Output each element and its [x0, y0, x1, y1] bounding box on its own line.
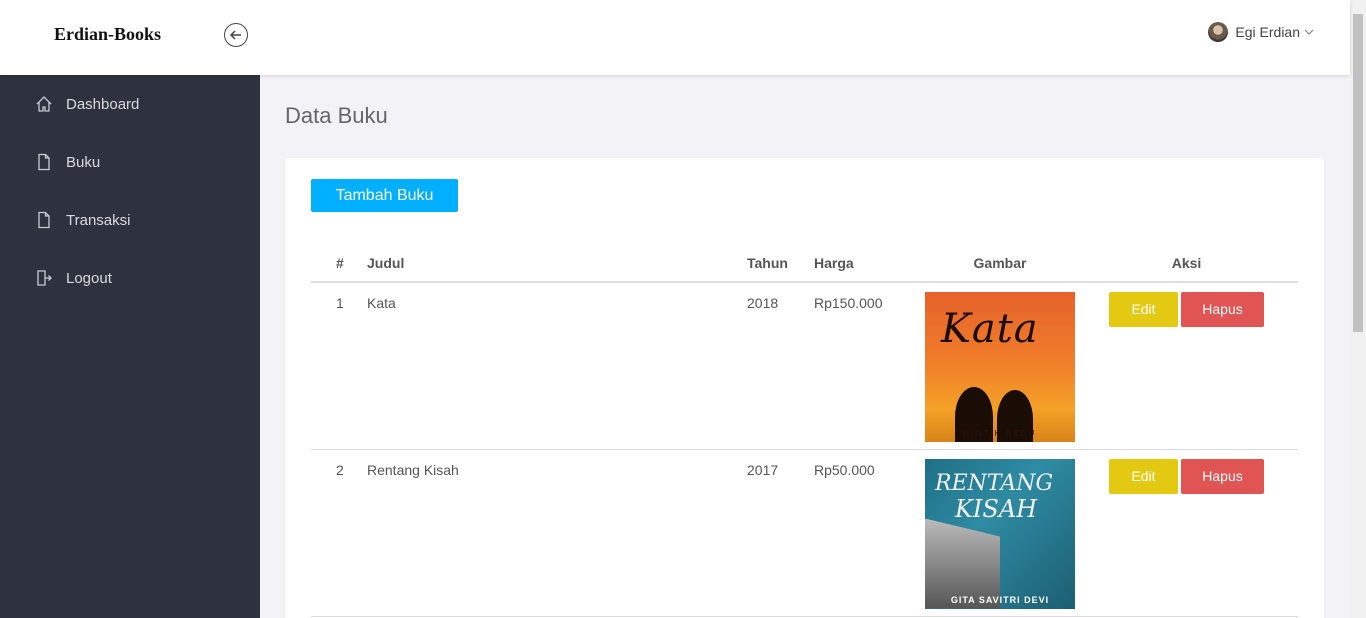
column-header-harga: Harga	[814, 244, 925, 283]
add-book-button[interactable]: Tambah Buku	[311, 179, 458, 212]
column-header-gambar: Gambar	[925, 244, 1075, 283]
home-icon	[36, 96, 52, 112]
arrow-left-icon	[229, 30, 241, 40]
user-menu[interactable]: Egi Erdian	[1208, 22, 1314, 42]
book-cover-cell: RENTANG KISAH GITA SAVITRI DEVI	[925, 449, 1075, 617]
book-price: Rp50.000	[814, 449, 925, 617]
row-number: 2	[311, 449, 367, 617]
avatar	[1208, 22, 1229, 42]
scrollbar-thumb[interactable]	[1353, 14, 1363, 332]
chevron-down-icon	[1304, 29, 1314, 35]
file-icon	[38, 211, 50, 229]
page-scrollbar[interactable]	[1350, 0, 1366, 618]
edit-button[interactable]: Edit	[1109, 458, 1178, 494]
book-title: Rentang Kisah	[367, 449, 747, 617]
sidebar-item-buku[interactable]: Buku	[0, 133, 260, 191]
cover-author: GITA SAVITRI DEVI	[950, 594, 1050, 605]
book-year: 2017	[747, 449, 814, 617]
brand-logo[interactable]: Erdian-Books	[54, 24, 161, 45]
sidebar-item-label: Logout	[66, 269, 112, 287]
sidebar: Dashboard Buku Transaksi Logout	[0, 75, 260, 618]
column-header-tahun: Tahun	[747, 244, 814, 283]
column-header-judul: Judul	[367, 244, 747, 283]
book-cover-cell: Kata RINTIK SEDU	[925, 282, 1075, 450]
sidebar-item-dashboard[interactable]: Dashboard	[0, 75, 260, 133]
actions-cell: Edit Hapus	[1075, 282, 1298, 450]
cover-author: RINTIK SEDU	[963, 429, 1037, 438]
sidebar-item-logout[interactable]: Logout	[0, 249, 260, 307]
logout-icon	[37, 270, 52, 286]
sidebar-item-transaksi[interactable]: Transaksi	[0, 191, 260, 249]
edit-button[interactable]: Edit	[1109, 292, 1178, 327]
top-navbar: Erdian-Books Egi Erdian	[0, 0, 1350, 75]
column-header-aksi: Aksi	[1075, 244, 1298, 283]
table-row: 2 Rentang Kisah 2017 Rp50.000 RENTANG KI…	[311, 449, 1298, 617]
table-header-row: # Judul Tahun Harga Gambar Aksi	[311, 244, 1298, 283]
table-row: 1 Kata 2018 Rp150.000 Kata RINTIK SEDU E…	[311, 282, 1298, 450]
file-icon	[38, 153, 50, 171]
book-cover-image: Kata RINTIK SEDU	[925, 292, 1075, 442]
user-name: Egi Erdian	[1235, 24, 1300, 40]
sidebar-item-label: Buku	[66, 153, 101, 171]
cover-title: RENTANG	[935, 470, 1054, 496]
row-number: 1	[311, 282, 367, 450]
sidebar-item-label: Dashboard	[66, 95, 140, 113]
column-header-number: #	[311, 244, 367, 283]
sidebar-toggle-button[interactable]	[224, 23, 248, 47]
cover-title: Kata	[941, 306, 1039, 352]
sidebar-item-label: Transaksi	[66, 211, 131, 229]
books-table: # Judul Tahun Harga Gambar Aksi 1 Kata 2…	[311, 244, 1298, 617]
delete-button[interactable]: Hapus	[1181, 458, 1264, 494]
book-cover-image: RENTANG KISAH GITA SAVITRI DEVI	[925, 458, 1075, 609]
actions-cell: Edit Hapus	[1075, 449, 1298, 617]
delete-button[interactable]: Hapus	[1181, 292, 1264, 327]
page-title: Data Buku	[285, 103, 388, 128]
main-content: Data Buku Tambah Buku # Judul Tahun Harg…	[260, 75, 1350, 618]
content-card: Tambah Buku # Judul Tahun Harga Gambar A…	[285, 158, 1324, 618]
book-year: 2018	[747, 282, 814, 450]
book-price: Rp150.000	[814, 282, 925, 450]
cover-title: KISAH	[955, 494, 1038, 523]
book-title: Kata	[367, 282, 747, 450]
